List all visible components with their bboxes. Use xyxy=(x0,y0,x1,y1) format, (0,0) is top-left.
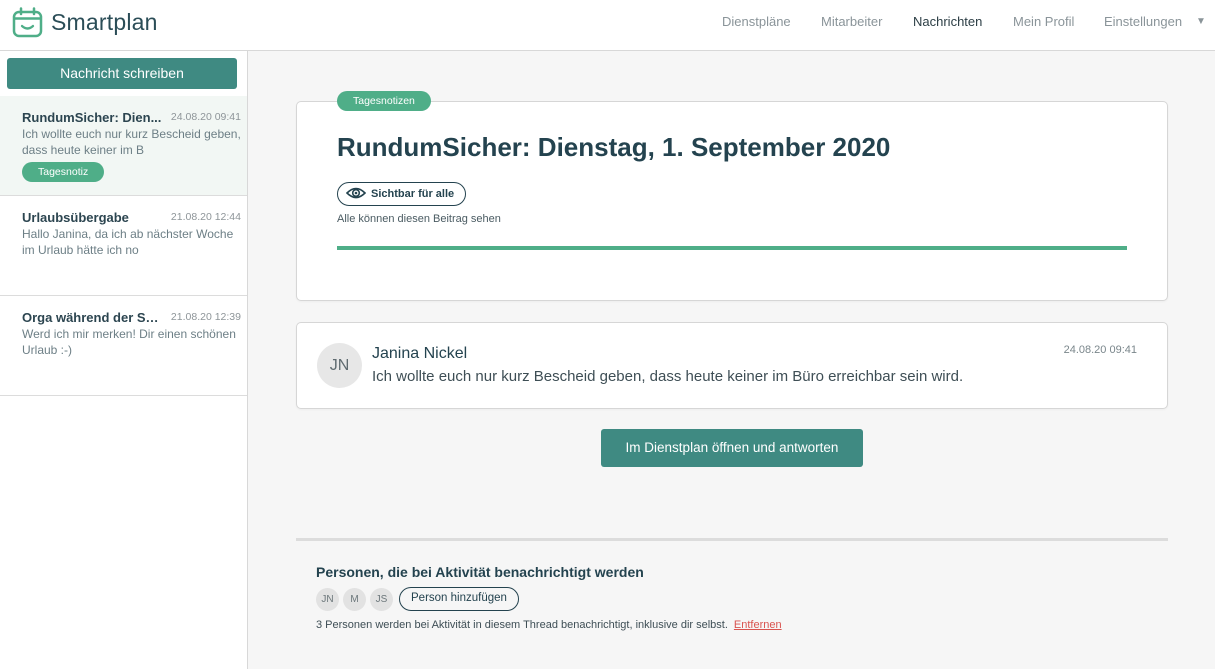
thread-list-item[interactable]: RundumSicher: Dien... 24.08.20 09:41 Ich… xyxy=(0,96,247,196)
visibility-description: Alle können diesen Beitrag sehen xyxy=(337,213,501,225)
caret-down-icon[interactable]: ▼ xyxy=(1196,16,1206,27)
thread-date: 21.08.20 12:44 xyxy=(170,211,241,223)
message-author: Janina Nickel xyxy=(372,345,468,362)
thread-preview: Werd ich mir merken! Dir einen schönen U… xyxy=(22,327,236,357)
post-progress-fill xyxy=(337,246,1127,250)
avatar: JS xyxy=(370,587,393,611)
avatar: JN xyxy=(316,587,339,611)
thread-list-item[interactable]: Orga während der So... 21.08.20 12:39 We… xyxy=(0,296,247,396)
thread-preview: Ich wollte euch nur kurz Bescheid geben,… xyxy=(22,127,242,158)
post-progress-bar xyxy=(337,246,1127,250)
post-title: RundumSicher: Dienstag, 1. September 202… xyxy=(337,132,891,162)
thread-date: 24.08.20 09:41 xyxy=(170,111,241,123)
top-navigation-bar: Smartplan Dienstpläne Mitarbeiter Nachri… xyxy=(0,0,1215,51)
thread-date: 21.08.20 12:39 xyxy=(170,311,241,323)
notification-info: 3 Personen werden bei Aktivität in diese… xyxy=(316,619,782,631)
notification-info-text: 3 Personen werden bei Aktivität in diese… xyxy=(316,619,728,631)
remove-link[interactable]: Entfernen xyxy=(734,619,782,631)
add-person-button[interactable]: Person hinzufügen xyxy=(399,587,519,611)
post-header-card: RundumSicher: Dienstag, 1. September 202… xyxy=(296,101,1168,301)
compose-message-button[interactable]: Nachricht schreiben xyxy=(7,58,237,89)
thread-title: Orga während der So... xyxy=(22,310,164,325)
nav-item-mitarbeiter[interactable]: Mitarbeiter xyxy=(821,14,882,29)
message-date: 24.08.20 09:41 xyxy=(1063,344,1137,356)
visibility-label: Sichtbar für alle xyxy=(371,188,455,200)
thread-list-item[interactable]: Urlaubsübergabe 21.08.20 12:44 Hallo Jan… xyxy=(0,196,247,296)
notified-people: JN M JS Person hinzufügen xyxy=(316,587,519,611)
thread-title: Urlaubsübergabe xyxy=(22,210,129,225)
notification-section-title: Personen, die bei Aktivität benachrichti… xyxy=(316,564,644,580)
avatar: M xyxy=(343,587,366,611)
message-text: Ich wollte euch nur kurz Bescheid geben,… xyxy=(372,368,964,385)
nav-item-einstellungen[interactable]: Einstellungen xyxy=(1104,14,1182,29)
thread-preview: Hallo Janina, da ich ab nächster Woche i… xyxy=(22,226,242,258)
eye-icon xyxy=(345,186,371,203)
main-nav: Dienstpläne Mitarbeiter Nachrichten Mein… xyxy=(0,14,1215,34)
nav-item-nachrichten[interactable]: Nachrichten xyxy=(913,14,982,29)
thread-tag-badge: Tagesnotiz xyxy=(22,162,105,182)
nav-item-mein-profil[interactable]: Mein Profil xyxy=(1013,14,1074,29)
open-and-reply-button[interactable]: Im Dienstplan öffnen und antworten xyxy=(601,429,863,467)
avatar: JN xyxy=(317,343,362,388)
section-divider xyxy=(296,538,1168,541)
thread-title: RundumSicher: Dien... xyxy=(22,110,162,125)
nav-item-dienstplaene[interactable]: Dienstpläne xyxy=(722,14,791,29)
visibility-button[interactable]: Sichtbar für alle xyxy=(337,182,467,206)
thread-sidebar: Nachricht schreiben RundumSicher: Dien..… xyxy=(0,51,248,669)
message-card: JN Janina Nickel 24.08.20 09:41 Ich woll… xyxy=(296,322,1168,409)
post-tag-badge: Tagesnotizen xyxy=(337,91,431,111)
